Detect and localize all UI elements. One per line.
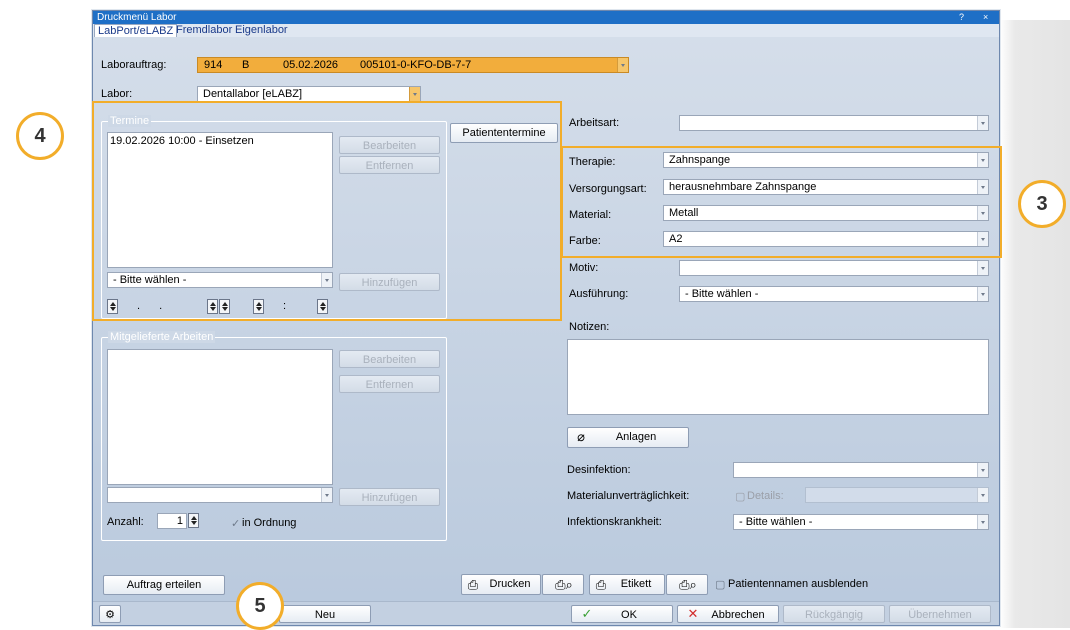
labor-dropdown-icon[interactable] <box>409 87 420 101</box>
highlight-termine <box>92 101 562 321</box>
infektion-value: - Bitte wählen - <box>739 516 813 528</box>
labor-value: Dentallabor [eLABZ] <box>203 88 303 100</box>
drucken-button[interactable]: ⎙ Drucken <box>461 574 541 595</box>
notizen-label: Notizen: <box>569 321 610 333</box>
notizen-textarea[interactable] <box>567 339 989 415</box>
order-code: B <box>242 59 250 71</box>
label-printer-icon: ⎙ <box>595 577 607 592</box>
gear-icon: ⚙ <box>105 609 115 621</box>
hide-names-checkbox[interactable]: ▢ <box>715 578 725 591</box>
labor-label: Labor: <box>101 88 133 100</box>
count-spin[interactable] <box>188 513 199 528</box>
motiv-dropdown-icon[interactable] <box>977 261 988 275</box>
tab-labport[interactable]: LabPort/eLABZ <box>94 24 178 37</box>
anlagen-button[interactable]: ⌀ Anlagen <box>567 427 689 448</box>
paperclip-icon: ⌀ <box>577 429 585 444</box>
order-field[interactable]: 914 B 05.02.2026 005101-0-KFO-DB-7-7 <box>197 57 629 73</box>
ok-label: OK <box>621 609 637 621</box>
print-preview-icon: ⎙⌕ <box>555 577 573 592</box>
details-checkbox[interactable]: ▢ <box>735 490 745 503</box>
motiv-label: Motiv: <box>569 262 599 274</box>
mitgeliefert-remove-button[interactable]: Entfernen <box>339 375 440 393</box>
labor-select[interactable]: Dentallabor [eLABZ] <box>197 86 421 102</box>
desinfektion-select[interactable] <box>733 462 989 478</box>
neu-button[interactable]: Neu <box>279 605 371 623</box>
settings-button[interactable]: ⚙ <box>99 605 121 623</box>
mitgeliefert-add-button[interactable]: Hinzufügen <box>339 488 440 506</box>
order-label: Laborauftrag: <box>101 59 167 71</box>
count-field[interactable]: 1 <box>157 513 187 529</box>
title-bar: Druckmenü Labor ? × <box>93 11 999 24</box>
count-value: 1 <box>176 515 183 527</box>
etikett-preview-button[interactable]: ⎙⌕ <box>666 574 708 595</box>
badge-5: 5 <box>236 582 284 630</box>
badge-4: 4 <box>16 112 64 160</box>
desinfektion-dropdown-icon[interactable] <box>977 463 988 477</box>
etikett-button[interactable]: ⎙ Etikett <box>589 574 665 595</box>
order-date: 05.02.2026 <box>283 59 339 71</box>
uebernehmen-button[interactable]: Übernehmen <box>889 605 991 623</box>
in-ordnung-checkbox[interactable]: ✓ <box>231 517 240 530</box>
mitgeliefert-title: Mitgelieferte Arbeiten <box>108 331 216 343</box>
drucken-label: Drucken <box>489 578 531 590</box>
rueckgaengig-button[interactable]: Rückgängig <box>783 605 885 623</box>
cancel-icon: ✕ <box>687 606 699 621</box>
help-icon[interactable]: ? <box>959 11 964 24</box>
material-unv-label: Materialunverträglichkeit: <box>567 490 690 502</box>
window-shadow <box>1000 20 1070 628</box>
highlight-therapie <box>561 146 1002 258</box>
in-ordnung-label: in Ordnung <box>242 517 297 529</box>
mitgeliefert-list[interactable] <box>107 349 333 485</box>
order-dropdown-icon[interactable] <box>617 58 628 72</box>
printer-icon: ⎙ <box>467 577 479 592</box>
details-label: Details: <box>747 490 784 502</box>
arbeitsart-label: Arbeitsart: <box>569 117 620 129</box>
label-preview-icon: ⎙⌕ <box>679 577 697 592</box>
arbeitsart-dropdown-icon[interactable] <box>977 116 988 130</box>
tab-bar: LabPort/eLABZ Fremdlabor Eigenlabor <box>93 24 999 37</box>
infektion-label: Infektionskrankheit: <box>567 516 662 528</box>
arbeitsart-select[interactable] <box>679 115 989 131</box>
etikett-label: Etikett <box>620 578 652 590</box>
order-number: 914 <box>204 59 223 71</box>
details-field[interactable] <box>805 487 989 503</box>
ausfuehrung-label: Ausführung: <box>569 288 629 300</box>
mitgeliefert-select[interactable] <box>107 487 333 503</box>
anlagen-label: Anlagen <box>615 431 657 443</box>
close-icon[interactable]: × <box>983 11 988 24</box>
ausfuehrung-dropdown-icon[interactable] <box>977 287 988 301</box>
ausfuehrung-value: - Bitte wählen - <box>685 288 759 300</box>
count-label: Anzahl: <box>107 516 144 528</box>
desinfektion-label: Desinfektion: <box>567 464 631 476</box>
infektion-dropdown-icon[interactable] <box>977 515 988 529</box>
ausfuehrung-select[interactable]: - Bitte wählen - <box>679 286 989 302</box>
drucken-preview-button[interactable]: ⎙⌕ <box>542 574 584 595</box>
abbrechen-button[interactable]: ✕ Abbrechen <box>677 605 779 623</box>
ok-button[interactable]: ✓ OK <box>571 605 673 623</box>
motiv-select[interactable] <box>679 260 989 276</box>
abbrechen-label: Abbrechen <box>711 609 765 621</box>
window-title: Druckmenü Labor <box>97 12 177 23</box>
infektion-select[interactable]: - Bitte wählen - <box>733 514 989 530</box>
tab-fremdlabor[interactable]: Fremdlabor <box>176 24 232 37</box>
hide-names-label: Patientennamen ausblenden <box>728 578 869 590</box>
badge-3: 3 <box>1018 180 1066 228</box>
order-ref: 005101-0-KFO-DB-7-7 <box>360 59 472 71</box>
mitgeliefert-dropdown-icon[interactable] <box>321 488 332 502</box>
tab-eigenlabor[interactable]: Eigenlabor <box>235 24 288 37</box>
details-dropdown-icon[interactable] <box>977 488 988 502</box>
mitgeliefert-edit-button[interactable]: Bearbeiten <box>339 350 440 368</box>
auftrag-erteilen-button[interactable]: Auftrag erteilen <box>103 575 225 595</box>
checkmark-icon: ✓ <box>581 606 593 621</box>
